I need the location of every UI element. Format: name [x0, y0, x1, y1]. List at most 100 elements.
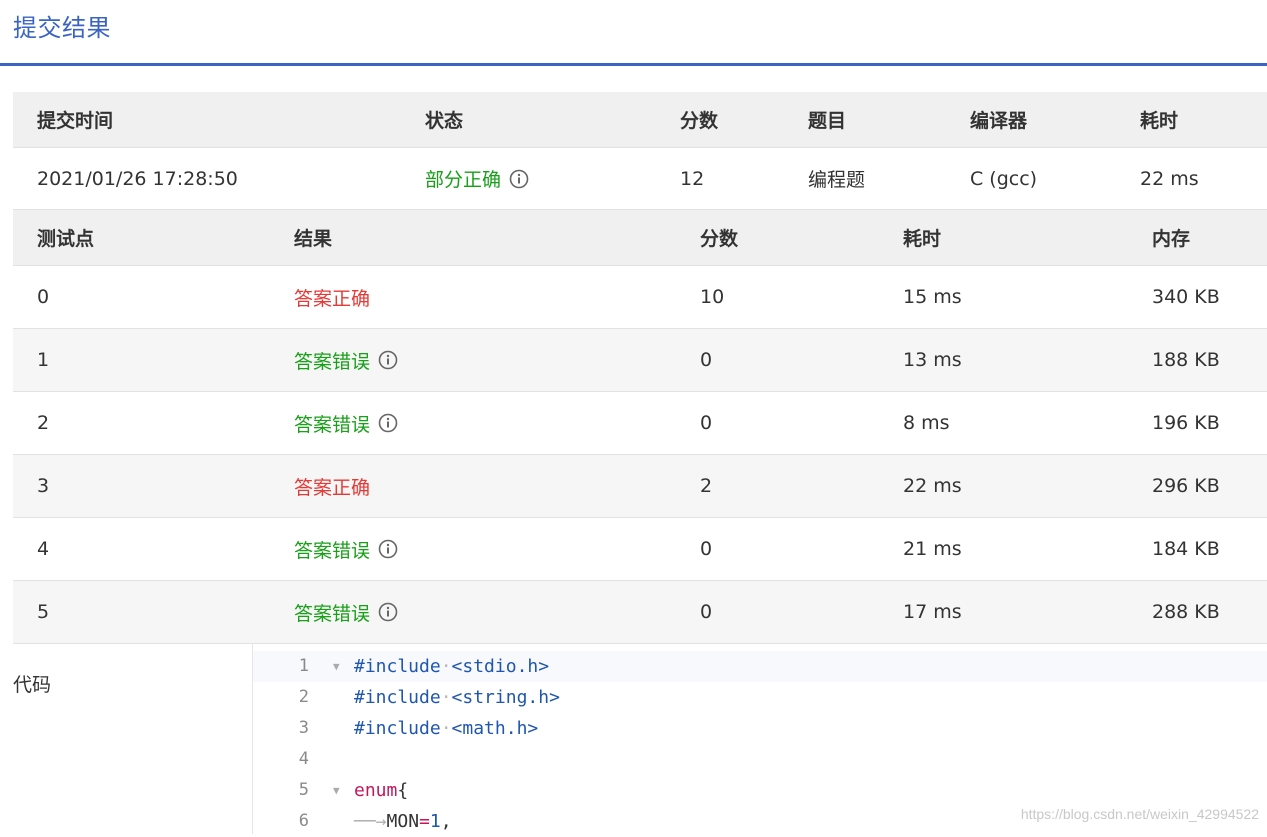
code-keyword: enum: [354, 780, 398, 801]
fold-arrow-icon[interactable]: ▼: [333, 775, 340, 806]
compiler: C (gcc): [970, 167, 1038, 190]
code-operator: =: [419, 811, 430, 832]
code-identifier: MON: [386, 811, 420, 832]
case-result[interactable]: 答案错误: [294, 518, 398, 580]
line-number: 2: [298, 687, 309, 707]
case-memory: 184 KB: [1152, 538, 1220, 560]
case-result[interactable]: 答案错误: [294, 329, 398, 391]
case-memory: 288 KB: [1152, 601, 1220, 623]
col-case-id: 测试点: [37, 228, 95, 250]
case-time: 15 ms: [903, 286, 962, 308]
info-icon[interactable]: [378, 539, 398, 559]
table-row: 0 答案正确 10 15 ms 340 KB: [13, 266, 1267, 329]
case-time: 8 ms: [903, 412, 950, 434]
case-id: 0: [37, 286, 50, 308]
col-memory: 内存: [1152, 228, 1191, 250]
case-result[interactable]: 答案错误: [294, 392, 398, 454]
col-score: 分数: [680, 110, 719, 132]
code-line[interactable]: 1 ▼ #include·<stdio.h>: [253, 651, 1267, 682]
code-text: ──→MON=1,: [354, 806, 452, 837]
col-submit-time: 提交时间: [37, 110, 114, 132]
code-text: #include·<string.h>: [354, 687, 560, 708]
case-result-text: 答案正确: [294, 476, 371, 499]
case-time: 13 ms: [903, 349, 962, 371]
case-time: 22 ms: [903, 475, 962, 497]
watermark: https://blog.csdn.net/weixin_42994522: [1020, 806, 1259, 822]
table-row: 3 答案正确 2 22 ms 296 KB: [13, 455, 1267, 518]
code-line[interactable]: 4: [253, 744, 1267, 775]
elapsed: 22 ms: [1140, 167, 1199, 190]
info-icon[interactable]: [378, 602, 398, 622]
case-score: 0: [700, 412, 713, 434]
summary-header-row: 提交时间 状态 分数 题目 编译器 耗时: [13, 92, 1267, 148]
col-case-score: 分数: [700, 228, 739, 250]
case-id: 3: [37, 475, 50, 497]
case-score: 10: [700, 286, 725, 308]
case-score: 0: [700, 349, 713, 371]
page-title: 提交结果: [13, 14, 111, 42]
code-text: enum{: [354, 775, 408, 806]
status-text[interactable]: 部分正确: [425, 165, 501, 192]
summary-row: 2021/01/26 17:28:50 部分正确 12 编程题 C (gcc) …: [13, 148, 1267, 210]
code-text: #include·<stdio.h>: [354, 656, 550, 677]
case-result-text: 答案错误: [294, 539, 371, 562]
code-number: 1: [429, 811, 441, 832]
code-line[interactable]: 2 #include·<string.h>: [253, 682, 1267, 713]
table-row: 5 答案错误 0 17 ms 288 KB: [13, 581, 1267, 644]
col-problem: 题目: [808, 110, 847, 132]
code-line[interactable]: 3 #include·<math.h>: [253, 713, 1267, 744]
code-rest: <stdio.h>: [451, 656, 550, 677]
code-punct: ,: [440, 811, 452, 832]
info-icon[interactable]: [378, 350, 398, 370]
status-cell[interactable]: 部分正确: [425, 148, 529, 209]
cases-header-row: 测试点 结果 分数 耗时 内存: [13, 210, 1267, 266]
code-label: 代码: [13, 674, 52, 696]
case-time: 17 ms: [903, 601, 962, 623]
case-id: 1: [37, 349, 50, 371]
case-score: 2: [700, 475, 713, 497]
col-case-time: 耗时: [903, 228, 942, 250]
line-number: 6: [298, 811, 309, 831]
title-underline: [0, 63, 1267, 66]
case-memory: 340 KB: [1152, 286, 1220, 308]
case-id: 4: [37, 538, 50, 560]
table-row: 4 答案错误 0 21 ms 184 KB: [13, 518, 1267, 581]
table-row: 1 答案错误 0 13 ms 188 KB: [13, 329, 1267, 392]
tab-arrow-icon: ──→: [354, 811, 387, 832]
case-result-text: 答案正确: [294, 287, 371, 310]
line-number: 1: [298, 656, 309, 676]
case-result-text: 答案错误: [294, 413, 371, 436]
code-keyword: #include: [354, 687, 441, 708]
line-number: 4: [298, 749, 309, 769]
col-compiler: 编译器: [970, 110, 1028, 132]
case-score: 0: [700, 538, 713, 560]
case-result: 答案正确: [294, 266, 370, 328]
info-icon[interactable]: [378, 413, 398, 433]
score: 12: [680, 167, 705, 190]
case-score: 0: [700, 601, 713, 623]
code-rest: <math.h>: [451, 718, 539, 739]
case-id: 5: [37, 601, 50, 623]
submit-time: 2021/01/26 17:28:50: [37, 167, 238, 190]
case-result[interactable]: 答案错误: [294, 581, 398, 643]
code-keyword: #include: [354, 718, 441, 739]
code-rest: <string.h>: [451, 687, 560, 708]
problem: 编程题: [808, 169, 866, 191]
table-row: 2 答案错误 0 8 ms 196 KB: [13, 392, 1267, 455]
code-line[interactable]: 5 ▼ enum{: [253, 775, 1267, 806]
line-number: 3: [298, 718, 309, 738]
case-memory: 196 KB: [1152, 412, 1220, 434]
case-time: 21 ms: [903, 538, 962, 560]
line-number: 5: [298, 780, 309, 800]
code-text: #include·<math.h>: [354, 718, 539, 739]
code-rest: {: [397, 780, 409, 801]
case-id: 2: [37, 412, 50, 434]
case-memory: 188 KB: [1152, 349, 1220, 371]
info-icon[interactable]: [509, 169, 529, 189]
col-status: 状态: [425, 110, 464, 132]
col-result: 结果: [294, 228, 333, 250]
case-result-text: 答案错误: [294, 350, 371, 373]
code-keyword: #include: [354, 656, 441, 677]
case-result-text: 答案错误: [294, 602, 371, 625]
fold-arrow-icon[interactable]: ▼: [333, 651, 340, 682]
